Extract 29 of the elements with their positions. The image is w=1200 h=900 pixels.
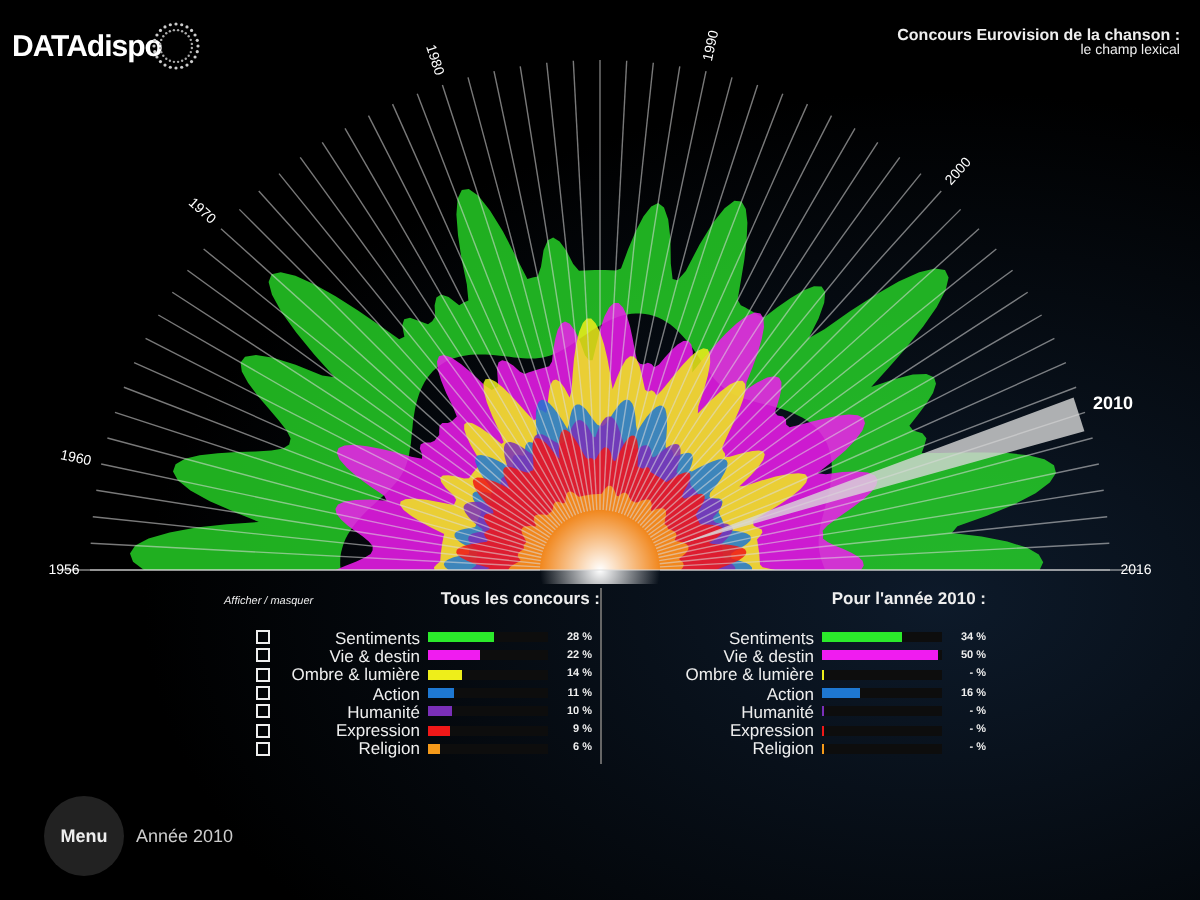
category-label: Vie & destin	[327, 645, 422, 666]
center-glow	[540, 510, 660, 584]
category-label: Ombre & lumière	[683, 664, 816, 685]
page-title: Concours Eurovision de la chanson :	[897, 26, 1180, 44]
category-label: Action	[764, 683, 816, 704]
category-label: Ombre & lumière	[289, 664, 422, 685]
category-label: Sentiments	[332, 627, 422, 648]
category-label: Expression	[727, 720, 816, 741]
menu-button[interactable]: Menu	[44, 796, 124, 876]
category-label: Expression	[333, 720, 422, 741]
visibility-checkbox[interactable]	[256, 648, 270, 663]
year-caption: Année 2010	[136, 826, 234, 846]
category-label: Vie & destin	[721, 645, 816, 666]
category-label: Religion	[358, 738, 422, 759]
visibility-checkbox[interactable]	[256, 704, 270, 719]
category-label: Religion	[752, 738, 816, 759]
visibility-checkbox[interactable]	[256, 723, 270, 738]
category-label: Humanité	[345, 701, 422, 722]
category-label: Action	[370, 683, 422, 704]
logo-text: DATAdispo	[12, 29, 162, 63]
visibility-checkbox[interactable]	[256, 686, 270, 701]
section-title: Pour l'année 2010 :	[831, 588, 986, 608]
visibility-checkbox[interactable]	[256, 630, 270, 645]
category-label: Sentiments	[726, 627, 816, 648]
selected-year-label: 2010	[1093, 393, 1134, 414]
visibility-checkbox[interactable]	[256, 741, 270, 756]
section-title: Tous les concours :	[440, 588, 600, 608]
category-label: Humanité	[739, 701, 816, 722]
visibility-checkbox[interactable]	[256, 667, 270, 682]
